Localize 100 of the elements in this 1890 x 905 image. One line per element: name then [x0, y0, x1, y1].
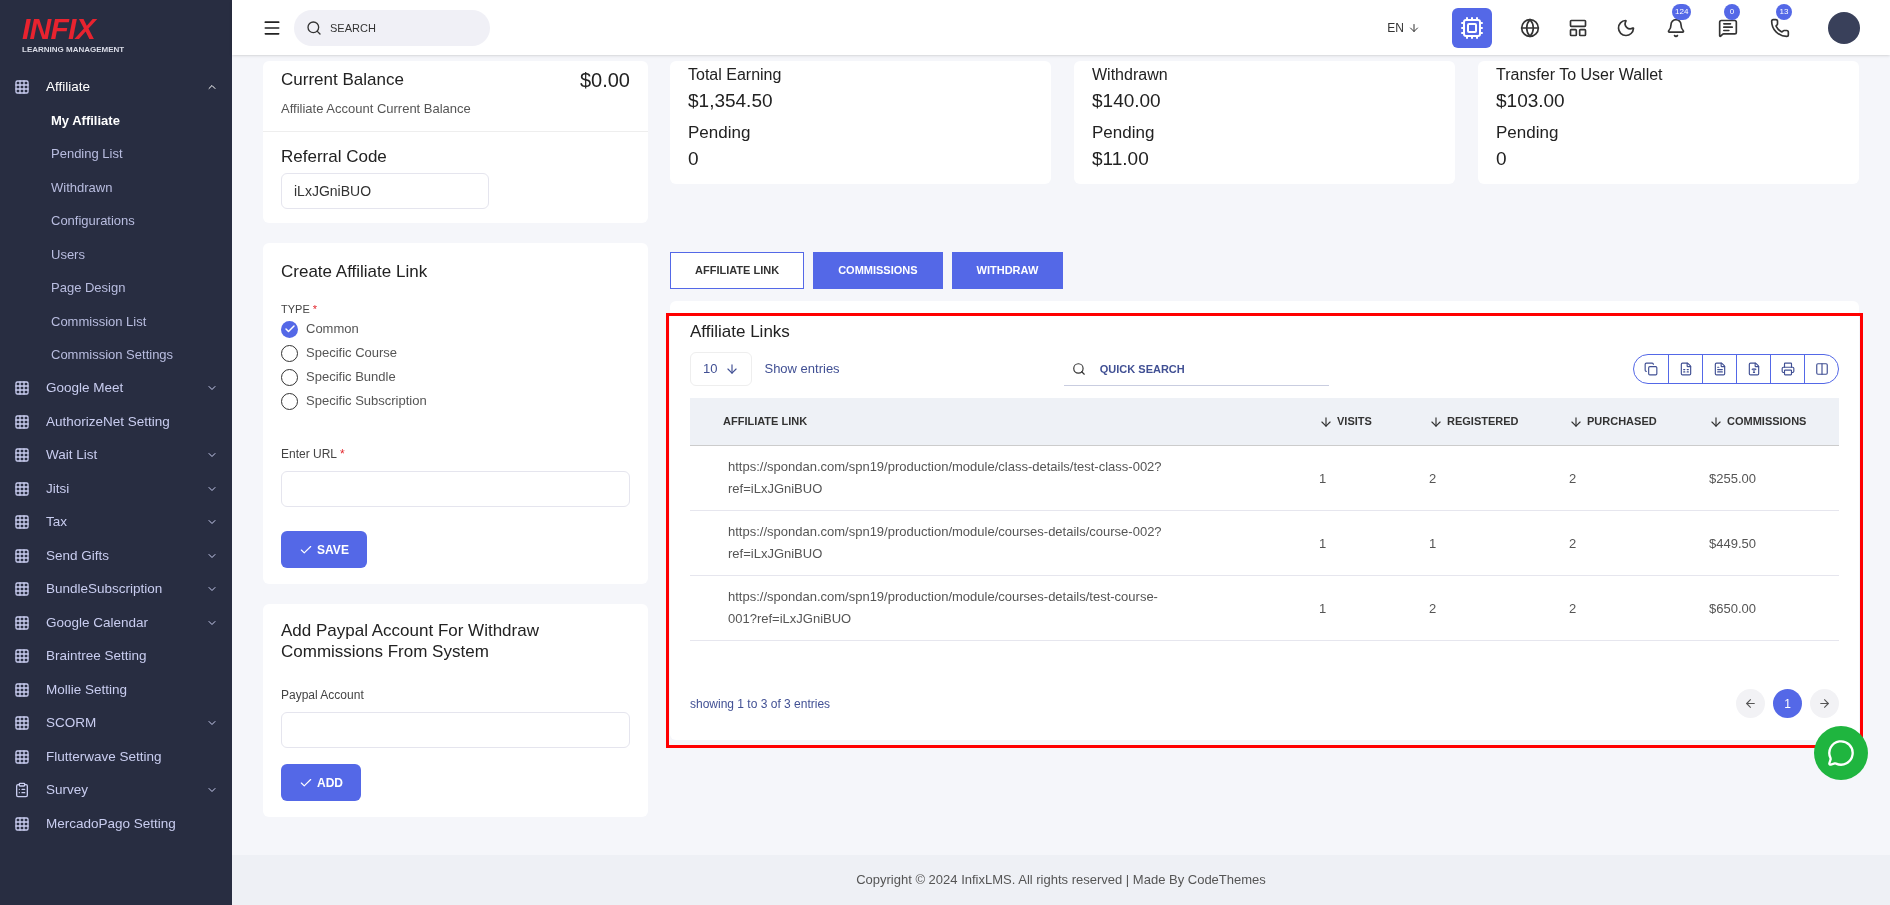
pending-amount: 0: [688, 147, 700, 171]
moon-icon[interactable]: [1616, 17, 1636, 38]
search-icon: [306, 19, 322, 36]
grid-icon: [14, 380, 30, 397]
chip-icon-button[interactable]: [1452, 7, 1492, 48]
sidebar-subitem[interactable]: Commission List: [0, 304, 232, 338]
card-title: Referral Code: [281, 145, 388, 168]
sidebar-subitem[interactable]: Pending List: [0, 137, 232, 171]
radio-button[interactable]: [281, 320, 298, 338]
previous-page-icon[interactable]: [1736, 689, 1765, 718]
sidebar-item[interactable]: Jitsi: [0, 472, 232, 506]
sidebar-item[interactable]: SCORM: [0, 706, 232, 740]
next-page-icon[interactable]: [1810, 689, 1839, 718]
sidebar-subitem[interactable]: Configurations: [0, 204, 232, 238]
quick-search-field[interactable]: QUICK SEARCH: [1063, 352, 1329, 386]
card-title: Create Affiliate Link: [281, 261, 429, 283]
field-label: Paypal Account: [281, 687, 365, 704]
sidebar-item[interactable]: Braintree Setting: [0, 639, 232, 673]
card-title: Transfer To User Wallet: [1496, 65, 1664, 85]
sidebar-item[interactable]: Mollie Setting: [0, 673, 232, 707]
column-header[interactable]: REGISTERED: [1429, 413, 1519, 430]
sidebar-subitem[interactable]: Withdrawn: [0, 170, 232, 204]
sidebar-item[interactable]: Affiliate: [0, 70, 232, 104]
sidebar-item[interactable]: Google Meet: [0, 371, 232, 405]
count-badge: 124: [1672, 3, 1692, 20]
spreadsheet-icon[interactable]: [1678, 362, 1693, 376]
add-button[interactable]: ADD: [281, 764, 361, 801]
sidebar-item[interactable]: Google Calendar: [0, 606, 232, 640]
table-cell-text: https://spondan.com/spn19/production/module/courses-details/course-002?ref=iLxJGniBUO: [728, 523, 1163, 563]
sort-arrow-icon: [1569, 414, 1583, 429]
save-button[interactable]: SAVE: [281, 531, 367, 568]
sidebar-item[interactable]: Wait List: [0, 438, 232, 472]
sidebar-item[interactable]: Send Gifts: [0, 539, 232, 573]
footer: Copyright © 2024 InfixLMS. All rights reserved | Made By CodeThemes: [232, 855, 1890, 905]
referral-code-field[interactable]: iLxJGniBUO: [281, 173, 489, 209]
paypal-account-field[interactable]: [281, 712, 630, 748]
grid-icon: [14, 480, 30, 497]
grid-icon: [14, 447, 30, 464]
column-header[interactable]: PURCHASED: [1569, 413, 1657, 430]
sidebar-item[interactable]: AuthorizeNet Setting: [0, 405, 232, 439]
sidebar-subitem[interactable]: My Affiliate: [0, 103, 232, 137]
chat-icon[interactable]: [1718, 17, 1738, 38]
sidebar-item[interactable]: BundleSubscription: [0, 572, 232, 606]
whatsapp-icon: [1827, 739, 1855, 767]
avatar[interactable]: [1828, 11, 1860, 44]
brand-logo: INFIX: [22, 14, 98, 44]
stat-amount: $1,354.50: [688, 89, 774, 113]
radio-label: Specific Bundle: [306, 368, 396, 387]
url-field[interactable]: [281, 471, 630, 507]
form-icon: [14, 782, 30, 799]
sidebar-subitem[interactable]: Commission Settings: [0, 338, 232, 372]
column-header[interactable]: VISITS: [1319, 413, 1372, 430]
field-label: Enter URL *: [281, 446, 346, 463]
globe-icon[interactable]: [1520, 17, 1540, 38]
count-badge: 13: [1776, 3, 1792, 20]
stat-amount: $103.00: [1496, 89, 1566, 113]
balance-amount: $0.00: [579, 68, 630, 93]
search-icon: [1071, 362, 1086, 376]
columns-icon[interactable]: [1814, 362, 1829, 376]
table-cell: 1: [1429, 536, 1437, 551]
grid-icon: [14, 78, 30, 95]
tab[interactable]: WITHDRAW: [951, 251, 1064, 289]
table-cell: 2: [1429, 471, 1437, 486]
count-badge: 0: [1724, 3, 1740, 20]
print-icon[interactable]: [1780, 362, 1795, 376]
table-cell-text: https://spondan.com/spn19/production/module/courses-details/test-course-001?ref=iLxJGniBUO: [728, 588, 1159, 628]
layout-icon[interactable]: [1568, 17, 1588, 38]
sort-arrow-icon: [1319, 414, 1333, 429]
sidebar-item[interactable]: Survey: [0, 773, 232, 807]
sort-arrow-icon: [1429, 414, 1443, 429]
grid-icon: [14, 681, 30, 698]
bell-icon[interactable]: [1666, 17, 1686, 38]
pending-label: Pending: [1496, 121, 1560, 144]
sidebar-subitem[interactable]: Users: [0, 237, 232, 271]
copy-icon[interactable]: [1644, 362, 1658, 376]
tab[interactable]: AFFILIATE LINK: [670, 251, 805, 289]
field-label: TYPE *: [281, 301, 319, 317]
sidebar-item[interactable]: Flutterwave Setting: [0, 740, 232, 774]
card-title: Withdrawn: [1092, 65, 1169, 85]
stat-amount: $140.00: [1092, 89, 1162, 113]
column-header[interactable]: COMMISSIONS: [1709, 413, 1807, 430]
phone-icon[interactable]: [1770, 17, 1790, 38]
page-button[interactable]: 1: [1773, 689, 1802, 718]
table-cell: 1: [1319, 471, 1327, 486]
table-cell: 2: [1569, 601, 1577, 616]
tab[interactable]: COMMISSIONS: [813, 251, 943, 289]
sidebar-item[interactable]: MercadoPago Setting: [0, 807, 232, 841]
panel-title: Affiliate Links: [690, 320, 791, 343]
language-selector[interactable]: EN: [1387, 18, 1420, 37]
sidebar-subitem[interactable]: Page Design: [0, 271, 232, 305]
search-field[interactable]: SEARCH: [294, 9, 490, 46]
page-size-select[interactable]: 10: [690, 352, 753, 386]
table-cell: $255.00: [1709, 471, 1756, 486]
sidebar-item[interactable]: Tax: [0, 505, 232, 539]
chat-button[interactable]: [1814, 726, 1868, 780]
radio-label: Specific Course: [306, 344, 398, 363]
document-icon[interactable]: [1712, 362, 1727, 376]
file-icon[interactable]: [1746, 362, 1761, 376]
arrow-down-icon: [1408, 21, 1420, 34]
column-header[interactable]: AFFILIATE LINK: [723, 413, 808, 430]
